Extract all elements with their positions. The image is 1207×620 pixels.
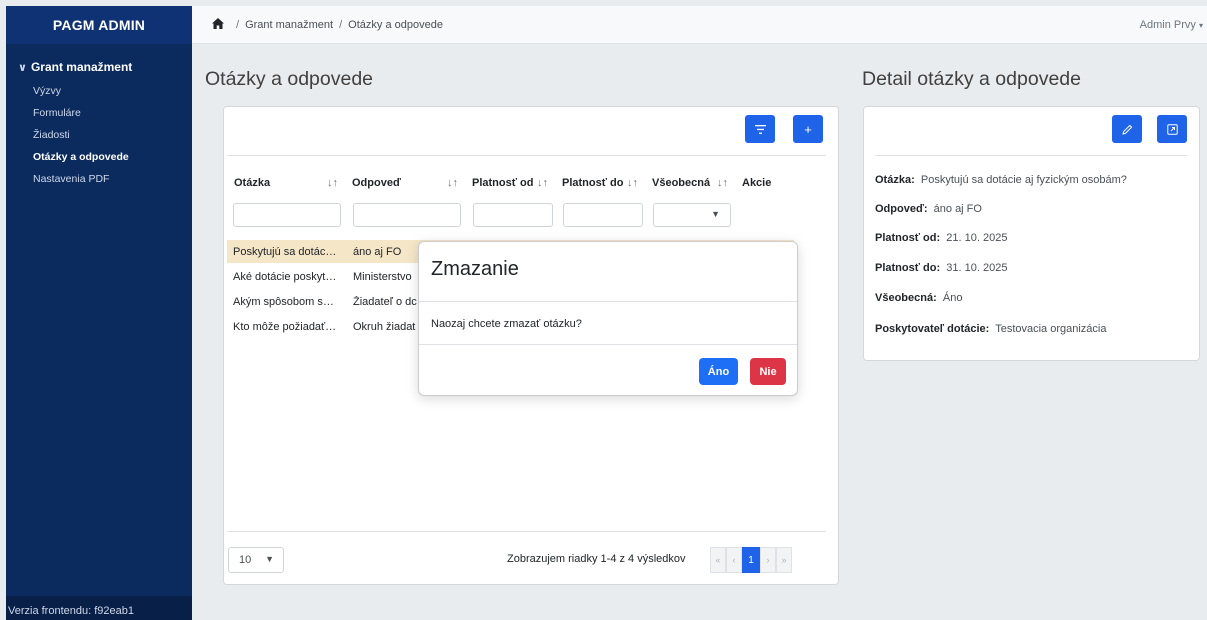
column-header-platnost-od[interactable]: Platnosť od ↓↑ (465, 169, 555, 197)
confirm-button[interactable]: Áno (699, 358, 738, 385)
page-title: Otázky a odpovede (205, 68, 374, 90)
chevron-down-icon: ▼ (711, 209, 720, 219)
filter-input-platnost-od[interactable] (473, 203, 553, 227)
filter-button[interactable] (745, 115, 775, 143)
sort-icon[interactable]: ↓↑ (447, 177, 458, 189)
pencil-icon (1121, 124, 1132, 135)
filter-row: ▼ (227, 203, 802, 229)
column-header-akcie: Akcie (742, 177, 772, 189)
modal-divider (419, 301, 797, 302)
column-header-otazka[interactable]: Otázka ↓↑ (227, 169, 345, 197)
breadcrumb-separator: / (236, 18, 240, 31)
detail-row-odpoved: Odpoveď: áno aj FO (875, 203, 982, 215)
sidebar-item-nastavenia-pdf[interactable]: Nastavenia PDF (6, 168, 192, 190)
user-name: Admin Prvy (1139, 19, 1196, 31)
chevron-down-icon: ▼ (265, 554, 274, 564)
topbar: / Grant manažment / Otázky a odpovede Ad… (192, 6, 1207, 44)
version-text: Verzia frontendu: f92eab1 (6, 596, 192, 620)
filter-input-platnost-do[interactable] (563, 203, 643, 227)
plus-icon: + (804, 121, 812, 137)
cell-question: Aké dotácie poskyt… (233, 270, 337, 283)
table-header: Otázka ↓↑ Odpoveď ↓↑ Platnosť od ↓↑ Platnos… (227, 169, 802, 197)
caret-down-icon: ▾ (1198, 21, 1203, 30)
prev-page-button[interactable]: ‹ (726, 547, 742, 573)
chevron-down-icon: ∨ (18, 61, 27, 74)
column-header-odpoved[interactable]: Odpoveď ↓↑ (345, 169, 465, 197)
sidebar-group-label: Grant manažment (30, 60, 133, 74)
last-page-button[interactable]: » (776, 547, 792, 573)
filter-input-odpoved[interactable] (353, 203, 461, 227)
detail-card: Otázka: Poskytujú sa dotácie aj fyzickým… (863, 106, 1200, 361)
detail-row-vseobecna: Všeobecná: Áno (875, 292, 963, 304)
breadcrumb-item-grant-management[interactable]: Grant manažment (245, 19, 333, 31)
sidebar-item-formulare[interactable]: Formuláre (6, 102, 192, 124)
brand-logo[interactable]: PAGM ADMIN (6, 6, 192, 44)
column-header-platnost-do[interactable]: Platnosť do ↓↑ (555, 169, 645, 197)
sort-icon[interactable]: ↓↑ (627, 177, 638, 189)
edit-button[interactable] (1112, 115, 1142, 143)
pagination: « ‹ 1 › » (710, 547, 792, 573)
sort-icon[interactable]: ↓↑ (327, 177, 338, 189)
cell-question: Akým spôsobom s… (233, 295, 334, 308)
sidebar: PAGM ADMIN ∨ Grant manažment Výzvy Formu… (6, 6, 192, 620)
sidebar-group-grant-management[interactable]: ∨ Grant manažment (6, 58, 192, 76)
breadcrumb-separator: / (339, 18, 343, 31)
detail-title: Detail otázky a odpovede (862, 68, 1081, 90)
page-size-select[interactable]: 10 ▼ (228, 547, 284, 573)
sidebar-item-vyzvy[interactable]: Výzvy (6, 80, 192, 102)
next-page-button[interactable]: › (760, 547, 776, 573)
sidebar-nav: ∨ Grant manažment Výzvy Formuláre Žiados… (6, 44, 192, 190)
cell-question: Kto môže požiadať… (233, 320, 337, 333)
open-button[interactable] (1157, 115, 1187, 143)
breadcrumb-item-current: Otázky a odpovede (348, 18, 443, 31)
filter-select-vseobecna[interactable]: ▼ (653, 203, 731, 227)
home-icon[interactable] (212, 17, 224, 32)
delete-confirmation-modal: Zmazanie Naozaj chcete zmazať otázku? Án… (418, 241, 798, 396)
cell-question: Poskytujú sa dotác… (233, 245, 337, 258)
detail-row-poskytovatel: Poskytovateľ dotácie: Testovacia organiz… (875, 323, 1107, 335)
detail-row-platnost-od: Platnosť od: 21. 10. 2025 (875, 232, 1008, 244)
sidebar-item-ziadosti[interactable]: Žiadosti (6, 124, 192, 146)
cancel-button[interactable]: Nie (750, 358, 786, 385)
sidebar-item-otazky-a-odpovede[interactable]: Otázky a odpovede (6, 146, 192, 168)
first-page-button[interactable]: « (710, 547, 726, 573)
filter-icon (754, 124, 766, 134)
card-divider (227, 531, 826, 532)
column-header-vseobecna[interactable]: Všeobecná ↓↑ (645, 169, 735, 197)
page-size-value: 10 (239, 554, 252, 566)
user-menu[interactable]: Admin Prvy ▾ (1140, 19, 1203, 31)
page-button-1[interactable]: 1 (742, 547, 760, 573)
card-divider (875, 155, 1187, 156)
add-button[interactable]: + (793, 115, 823, 143)
sort-icon[interactable]: ↓↑ (537, 177, 548, 189)
pagination-info: Zobrazujem riadky 1-4 z 4 výsledkov (507, 553, 686, 565)
filter-input-otazka[interactable] (233, 203, 341, 227)
detail-row-otazka: Otázka: Poskytujú sa dotácie aj fyzickým… (875, 174, 1127, 186)
modal-title: Zmazanie (431, 258, 519, 280)
detail-row-platnost-do: Platnosť do: 31. 10. 2025 (875, 262, 1008, 274)
external-link-icon (1166, 123, 1178, 135)
modal-divider (419, 344, 797, 345)
sort-icon[interactable]: ↓↑ (717, 177, 728, 189)
card-divider (227, 155, 826, 156)
modal-message: Naozaj chcete zmazať otázku? (431, 318, 582, 330)
